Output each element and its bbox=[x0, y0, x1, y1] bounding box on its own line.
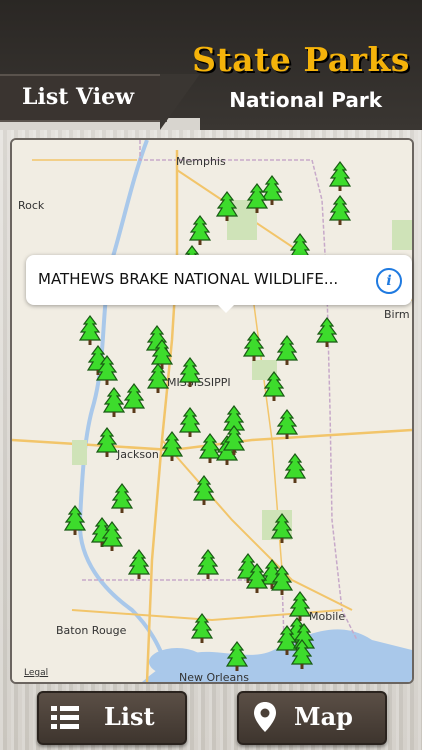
map-view[interactable]: Memphis Rock Birm MISSISSIPPI Jackson Mo… bbox=[10, 138, 414, 684]
list-icon bbox=[51, 706, 79, 729]
tree-icon[interactable] bbox=[178, 407, 202, 437]
tree-icon[interactable] bbox=[178, 357, 202, 387]
tree-icon[interactable] bbox=[260, 175, 284, 205]
tree-icon[interactable] bbox=[192, 475, 216, 505]
tree-icon[interactable] bbox=[198, 433, 222, 463]
map-button[interactable]: Map bbox=[237, 691, 387, 745]
map-button-label: Map bbox=[294, 702, 353, 731]
tree-icon[interactable] bbox=[328, 195, 352, 225]
callout-title: MATHEWS BRAKE NATIONAL WILDLIFE... bbox=[38, 270, 339, 288]
tree-icon[interactable] bbox=[262, 371, 286, 401]
tree-icon[interactable] bbox=[196, 549, 220, 579]
tree-icon[interactable] bbox=[188, 215, 212, 245]
tree-icon[interactable] bbox=[288, 591, 312, 621]
tree-icon[interactable] bbox=[122, 383, 146, 413]
callout-pointer bbox=[216, 303, 236, 313]
tree-icon[interactable] bbox=[95, 427, 119, 457]
tree-icon[interactable] bbox=[242, 331, 266, 361]
tree-icon[interactable] bbox=[215, 191, 239, 221]
tree-icon[interactable] bbox=[283, 453, 307, 483]
tree-icon[interactable] bbox=[63, 505, 87, 535]
app-subtitle: National Park bbox=[229, 88, 382, 112]
tree-icon[interactable] bbox=[190, 613, 214, 643]
tree-icon[interactable] bbox=[225, 641, 249, 671]
tree-icon[interactable] bbox=[328, 161, 352, 191]
tree-icon[interactable] bbox=[102, 387, 126, 417]
header-notch bbox=[160, 74, 200, 130]
tree-icon[interactable] bbox=[160, 431, 184, 461]
tree-icon[interactable] bbox=[146, 363, 170, 393]
info-icon[interactable]: i bbox=[376, 268, 402, 294]
map-pin-icon bbox=[254, 702, 276, 732]
tree-icon[interactable] bbox=[110, 483, 134, 513]
app-title: State Parks bbox=[192, 40, 410, 79]
list-button-label: List bbox=[104, 702, 155, 731]
list-view-button[interactable]: List View bbox=[0, 74, 167, 122]
list-view-label: List View bbox=[22, 84, 135, 110]
tree-icon[interactable] bbox=[275, 335, 299, 365]
list-button[interactable]: List bbox=[37, 691, 187, 745]
park-markers bbox=[63, 161, 352, 671]
tree-icon[interactable] bbox=[127, 549, 151, 579]
tree-icon[interactable] bbox=[78, 315, 102, 345]
tree-icon[interactable] bbox=[245, 183, 269, 213]
park-callout[interactable]: MATHEWS BRAKE NATIONAL WILDLIFE... i bbox=[26, 255, 412, 313]
tree-icon[interactable] bbox=[270, 513, 294, 543]
tree-icon[interactable] bbox=[275, 409, 299, 439]
tree-icon[interactable] bbox=[315, 317, 339, 347]
